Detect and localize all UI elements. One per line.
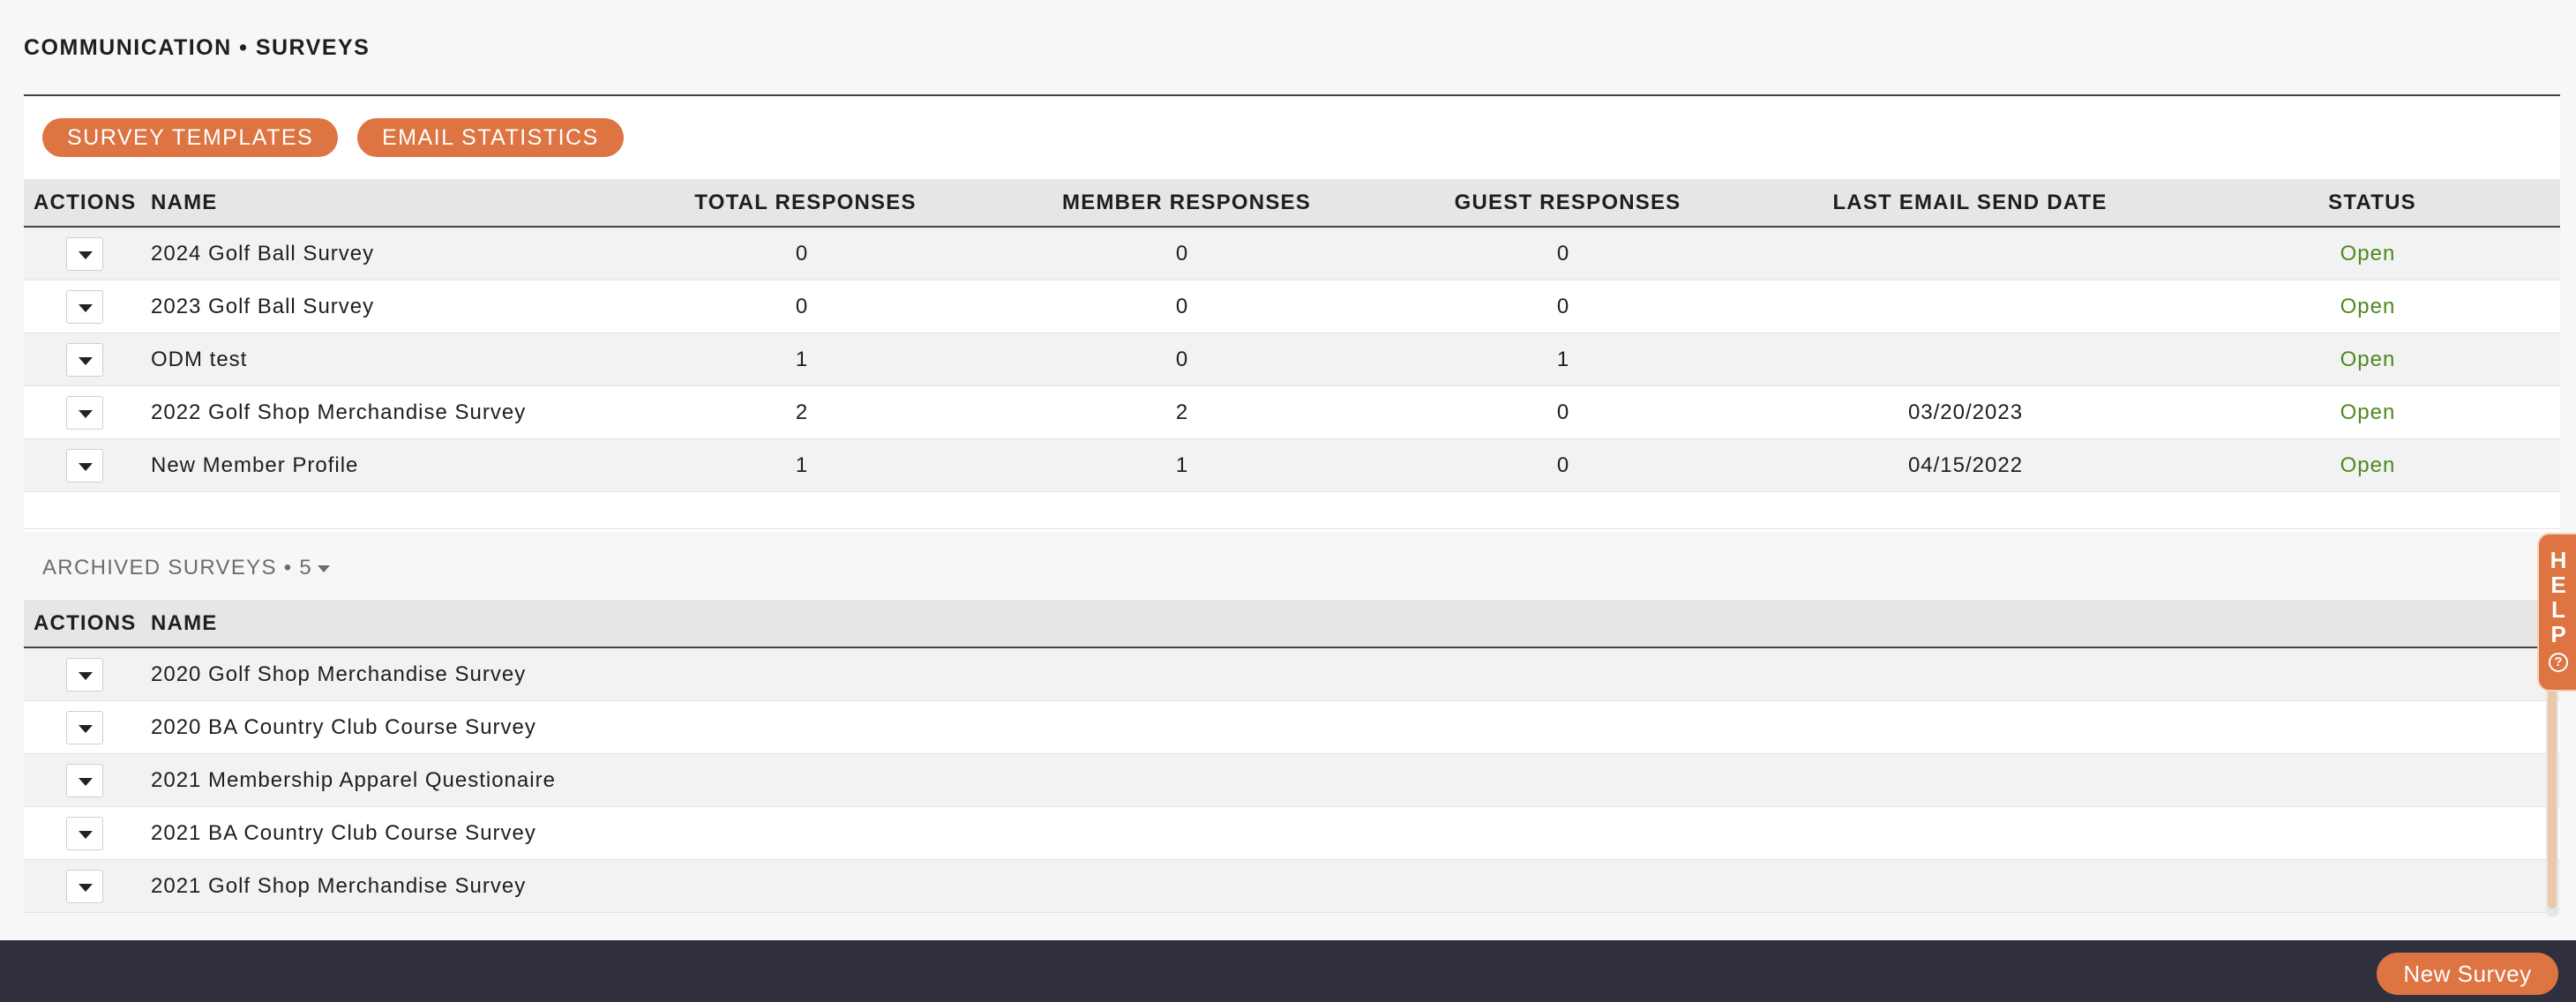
archived-column-header-name[interactable]: NAME (151, 600, 217, 647)
table-row: 2024 Golf Ball Survey 0 0 0 Open (24, 228, 2560, 280)
column-header-name[interactable]: NAME (151, 179, 217, 226)
guest-responses: 0 (1556, 400, 1570, 424)
status-badge: Open (2340, 295, 2396, 318)
surveys-table-body: 2024 Golf Ball Survey 0 0 0 Open 2023 Golf Ba… (24, 228, 2560, 492)
table-row: 2022 Golf Shop Merchandise Survey 2 2 0 03/2… (24, 386, 2560, 439)
row-actions-dropdown-button[interactable] (66, 817, 103, 850)
page-title: COMMUNICATION • SURVEYS (24, 35, 371, 60)
row-actions-dropdown-button[interactable] (66, 764, 103, 797)
member-responses: 1 (1175, 453, 1189, 477)
help-letter-p: P (2550, 621, 2566, 647)
footer-bar (0, 940, 2576, 1002)
help-tab[interactable]: H E L P ? (2537, 533, 2576, 692)
column-header-status[interactable]: STATUS (2328, 179, 2416, 226)
status-badge: Open (2340, 348, 2396, 371)
row-actions-dropdown-button[interactable] (66, 870, 103, 903)
archived-survey-name[interactable]: 2020 BA Country Club Course Survey (151, 701, 536, 754)
survey-name[interactable]: ODM test (151, 333, 247, 386)
archived-surveys-table: ACTIONS NAME 2020 Golf Shop Merchandise … (24, 600, 2560, 913)
survey-name[interactable]: New Member Profile (151, 439, 358, 492)
row-actions-dropdown-button[interactable] (66, 290, 103, 324)
last-email-send-date: 04/15/2022 (1907, 453, 2024, 477)
table-row: 2020 Golf Shop Merchandise Survey (24, 648, 2560, 701)
row-actions-dropdown-button[interactable] (66, 658, 103, 692)
guest-responses: 0 (1556, 453, 1570, 477)
archived-table-body: 2020 Golf Shop Merchandise Survey 2020 BA… (24, 648, 2560, 913)
archived-column-header-actions: ACTIONS (34, 611, 137, 635)
surveys-table: ACTIONS NAME TOTAL RESPONSES MEMBER RESP… (24, 179, 2560, 529)
table-row: ODM test 1 0 1 Open (24, 333, 2560, 386)
survey-name[interactable]: 2023 Golf Ball Survey (151, 280, 374, 333)
table-row: New Member Profile 1 1 0 04/15/2022 Open (24, 439, 2560, 492)
archived-table-header: ACTIONS NAME (24, 600, 2560, 648)
chevron-down-icon (318, 565, 331, 572)
row-actions-dropdown-button[interactable] (66, 711, 103, 744)
row-actions-dropdown-button[interactable] (66, 343, 103, 377)
last-email-send-date: 03/20/2023 (1907, 400, 2024, 424)
total-responses: 0 (795, 242, 809, 265)
new-survey-button[interactable]: New Survey (2377, 953, 2558, 995)
status-badge: Open (2340, 242, 2396, 265)
archived-survey-name[interactable]: 2020 Golf Shop Merchandise Survey (151, 648, 526, 701)
scrollbar-thumb[interactable] (2548, 688, 2557, 909)
column-header-total-responses[interactable]: TOTAL RESPONSES (694, 179, 916, 226)
table-row: 2020 BA Country Club Course Survey (24, 701, 2560, 754)
column-header-actions: ACTIONS (34, 191, 137, 214)
total-responses: 2 (795, 400, 809, 424)
surveys-table-header: ACTIONS NAME TOTAL RESPONSES MEMBER RESP… (24, 179, 2560, 228)
guest-responses: 1 (1556, 348, 1570, 371)
surveys-table-spacer (24, 492, 2560, 529)
table-row: 2021 Membership Apparel Questionaire (24, 754, 2560, 807)
table-row: 2021 BA Country Club Course Survey (24, 807, 2560, 860)
help-letter-e: E (2550, 572, 2566, 598)
archived-survey-name[interactable]: 2021 Membership Apparel Questionaire (151, 754, 556, 807)
survey-name[interactable]: 2022 Golf Shop Merchandise Survey (151, 386, 526, 439)
help-letter-h: H (2550, 547, 2567, 573)
column-header-last-email-send-date[interactable]: LAST EMAIL SEND DATE (1832, 179, 2107, 226)
total-responses: 1 (795, 453, 809, 477)
row-actions-dropdown-button[interactable] (66, 396, 103, 430)
total-responses: 1 (795, 348, 809, 371)
archived-survey-name[interactable]: 2021 BA Country Club Course Survey (151, 807, 536, 860)
archived-survey-name[interactable]: 2021 Golf Shop Merchandise Survey (151, 860, 526, 913)
member-responses: 0 (1175, 348, 1189, 371)
total-responses: 0 (795, 295, 809, 318)
row-actions-dropdown-button[interactable] (66, 237, 103, 271)
status-badge: Open (2340, 400, 2396, 424)
guest-responses: 0 (1556, 242, 1570, 265)
help-letter-l: L (2551, 596, 2565, 623)
table-row: 2023 Golf Ball Survey 0 0 0 Open (24, 280, 2560, 333)
question-circle-icon: ? (2549, 653, 2568, 672)
survey-templates-button[interactable]: SURVEY TEMPLATES (42, 118, 339, 157)
survey-name[interactable]: 2024 Golf Ball Survey (151, 228, 374, 280)
archived-surveys-toggle[interactable]: ARCHIVED SURVEYS • 5 (42, 556, 331, 580)
guest-responses: 0 (1556, 295, 1570, 318)
member-responses: 2 (1175, 400, 1189, 424)
column-header-member-responses[interactable]: MEMBER RESPONSES (1062, 179, 1311, 226)
row-actions-dropdown-button[interactable] (66, 449, 103, 482)
member-responses: 0 (1175, 295, 1189, 318)
status-badge: Open (2340, 453, 2396, 477)
column-header-guest-responses[interactable]: GUEST RESPONSES (1455, 179, 1681, 226)
member-responses: 0 (1175, 242, 1189, 265)
email-statistics-button[interactable]: EMAIL STATISTICS (357, 118, 624, 157)
table-row: 2021 Golf Shop Merchandise Survey (24, 860, 2560, 913)
archived-surveys-label: ARCHIVED SURVEYS • 5 (42, 556, 313, 580)
